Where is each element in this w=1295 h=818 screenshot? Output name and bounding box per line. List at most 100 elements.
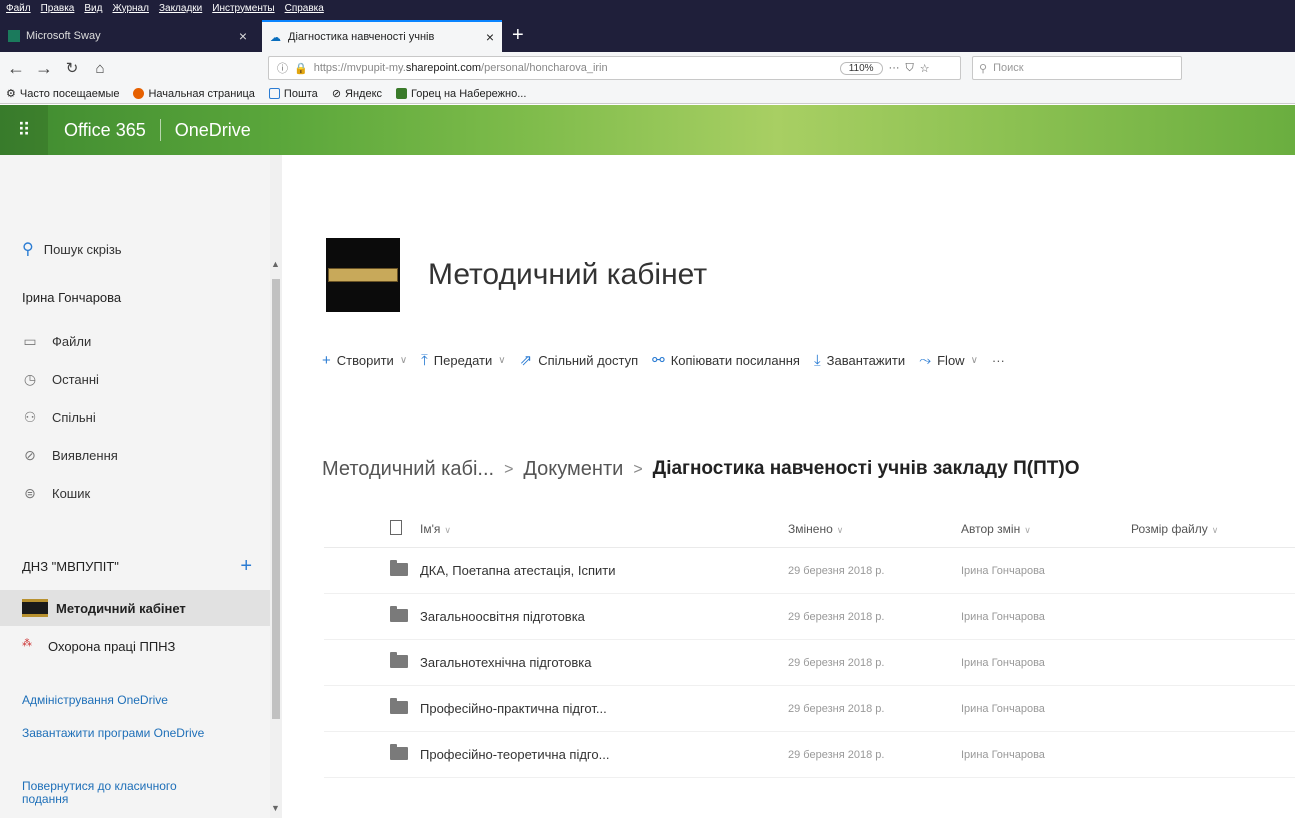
sites-group-header: ДНЗ "МВПУПІТ" + <box>22 555 252 578</box>
modified-date: 29 березня 2018 р. <box>788 656 885 669</box>
upload-button[interactable]: ⤒ Передати ∨ <box>421 352 505 369</box>
nav-recycle-bin[interactable]: ⊜ Кошик <box>22 485 90 502</box>
flow-button[interactable]: ⤳ Flow ∨ <box>919 352 978 369</box>
add-site-icon[interactable]: + <box>240 555 252 578</box>
clock-icon: ◷ <box>23 371 37 387</box>
nav-shared[interactable]: ⚇ Спільні <box>22 409 96 426</box>
file-name[interactable]: Загальноосвітня підготовка <box>420 609 788 624</box>
link-onedrive-admin[interactable]: Адміністрування OneDrive <box>22 694 252 707</box>
chevron-down-icon: ∨ <box>498 354 506 366</box>
lock-icon: 🔒 <box>294 62 308 75</box>
reload-icon[interactable]: ↻ <box>60 59 84 77</box>
menu-view[interactable]: Вид <box>84 3 102 14</box>
compass-icon: ⊘ <box>24 447 36 463</box>
search-bar[interactable]: ⚲ Поиск <box>972 56 1182 80</box>
office-suite-bar: ⠿ Office 365 OneDrive <box>0 105 1295 155</box>
forward-icon[interactable]: → <box>32 58 56 79</box>
breadcrumb-site[interactable]: Методичний кабі... <box>322 458 494 481</box>
bookmark-most-visited[interactable]: ⚙ Часто посещаемые <box>6 87 119 101</box>
folder-icon <box>390 651 408 668</box>
modified-by: Ірина Гончарова <box>961 656 1045 669</box>
restaurant-icon <box>396 88 408 99</box>
scroll-down-icon[interactable]: ▼ <box>271 803 280 813</box>
close-icon[interactable]: × <box>239 28 247 44</box>
chevron-down-icon: ∨ <box>444 524 451 535</box>
bookmark-start-page[interactable]: Начальная страница <box>133 88 255 100</box>
site-methodical-cabinet[interactable]: Методичний кабінет <box>0 590 270 626</box>
modified-date: 29 березня 2018 р. <box>788 702 885 715</box>
table-row[interactable]: Загальноосвітня підготовка 29 березня 20… <box>324 594 1295 640</box>
menu-help[interactable]: Справка <box>285 3 324 14</box>
copy-link-button[interactable]: ⚯ Копіювати посилання <box>652 351 800 369</box>
bookmark-yandex[interactable]: ⊘ Яндекс <box>332 87 382 101</box>
back-icon[interactable]: ← <box>4 58 28 79</box>
chevron-right-icon: > <box>504 461 514 478</box>
close-icon[interactable]: × <box>486 29 494 45</box>
menu-history[interactable]: Журнал <box>112 3 149 14</box>
breadcrumb-current: Діагностика навченості учнів закладу П(П… <box>652 458 1080 479</box>
modified-by: Ірина Гончарова <box>961 748 1045 761</box>
file-type-column[interactable] <box>324 519 420 538</box>
scroll-up-icon[interactable]: ▲ <box>271 259 280 269</box>
folder-icon <box>390 697 408 714</box>
info-icon[interactable]: ⓘ <box>277 60 288 76</box>
table-row[interactable]: Загальнотехнічна підготовка 29 березня 2… <box>324 640 1295 686</box>
tab-sway[interactable]: Microsoft Sway × <box>0 20 255 52</box>
new-tab-icon[interactable]: + <box>512 24 524 47</box>
more-button[interactable]: ··· <box>992 353 1005 368</box>
modified-by: Ірина Гончарова <box>961 702 1045 715</box>
office-brand[interactable]: Office 365 <box>64 120 146 141</box>
link-get-onedrive-apps[interactable]: Завантажити програми OneDrive <box>22 727 222 740</box>
tab-onedrive[interactable]: ☁ Діагностика навченості учнів × <box>262 20 502 52</box>
menu-edit[interactable]: Правка <box>41 3 75 14</box>
table-row[interactable]: Професійно-практична підгот... 29 березн… <box>324 686 1295 732</box>
chevron-down-icon: ∨ <box>399 354 408 366</box>
site-labor-protection[interactable]: ⁂ Охорона праці ППНЗ <box>0 628 270 664</box>
scroll-thumb[interactable] <box>272 279 280 719</box>
modified-date: 29 березня 2018 р. <box>788 748 885 761</box>
menu-tools[interactable]: Инструменты <box>212 3 274 14</box>
nav-discover[interactable]: ⊘ Виявлення <box>22 447 118 464</box>
zoom-indicator[interactable]: 110% <box>839 61 883 75</box>
modified-by: Ірина Гончарова <box>961 564 1045 577</box>
search-everywhere[interactable]: ⚲ Пошук скрізь <box>22 239 122 259</box>
app-name[interactable]: OneDrive <box>175 120 251 141</box>
nav-recent[interactable]: ◷ Останні <box>22 371 99 388</box>
folder-icon <box>390 605 408 622</box>
column-file-size[interactable]: Розмір файлу ∨ <box>1131 522 1295 536</box>
pocket-icon[interactable]: ⛉ <box>906 62 914 75</box>
home-icon[interactable]: ⌂ <box>88 60 112 77</box>
url-bar[interactable]: ⓘ 🔒 https://mvpupit-my.sharepoint.com/pe… <box>268 56 961 80</box>
menu-bookmarks[interactable]: Закладки <box>159 3 202 14</box>
site-logo <box>326 238 400 312</box>
cloud-icon: ☁ <box>270 32 281 44</box>
table-row[interactable]: Професійно-теоретична підго... 29 березн… <box>324 732 1295 778</box>
menu-file[interactable]: Файл <box>6 3 31 14</box>
table-row[interactable]: ДКА, Поетапна атестація, Іспити 29 берез… <box>324 548 1295 594</box>
column-modified[interactable]: Змінено ∨ <box>788 522 961 536</box>
link-return-classic[interactable]: Повернутися до класичного подання <box>22 780 192 806</box>
folder-icon <box>390 743 408 760</box>
star-icon[interactable]: ☆ <box>920 62 930 75</box>
nav-files[interactable]: ▭ Файли <box>22 333 91 350</box>
file-name[interactable]: Професійно-теоретична підго... <box>420 747 788 762</box>
file-name[interactable]: Професійно-практична підгот... <box>420 701 788 716</box>
column-modified-by[interactable]: Автор змін ∨ <box>961 522 1131 536</box>
page-actions-icon[interactable]: ··· <box>889 62 900 74</box>
table-header: Ім'я ∨ Змінено ∨ Автор змін ∨ Розмір файлу ∨ <box>324 510 1295 548</box>
modified-date: 29 березня 2018 р. <box>788 564 885 577</box>
document-icon <box>390 519 402 535</box>
search-icon: ⚲ <box>22 241 34 258</box>
share-button[interactable]: ⇗ Спільний доступ <box>520 351 639 369</box>
breadcrumb-documents[interactable]: Документи <box>523 458 623 481</box>
user-name: Ірина Гончарова <box>22 290 122 305</box>
column-name[interactable]: Ім'я ∨ <box>420 522 788 536</box>
download-button[interactable]: ⤓ Завантажити <box>814 352 905 369</box>
file-name[interactable]: ДКА, Поетапна атестація, Іспити <box>420 563 788 578</box>
file-name[interactable]: Загальнотехнічна підготовка <box>420 655 788 670</box>
new-button[interactable]: + Створити ∨ <box>322 352 407 369</box>
bookmark-mail[interactable]: Пошта <box>268 88 318 100</box>
bookmark-gorets[interactable]: Горец на Набережно... <box>396 88 526 100</box>
sidebar-scrollbar[interactable]: ▲ ▼ <box>270 155 282 818</box>
app-launcher-icon[interactable]: ⠿ <box>0 105 48 155</box>
